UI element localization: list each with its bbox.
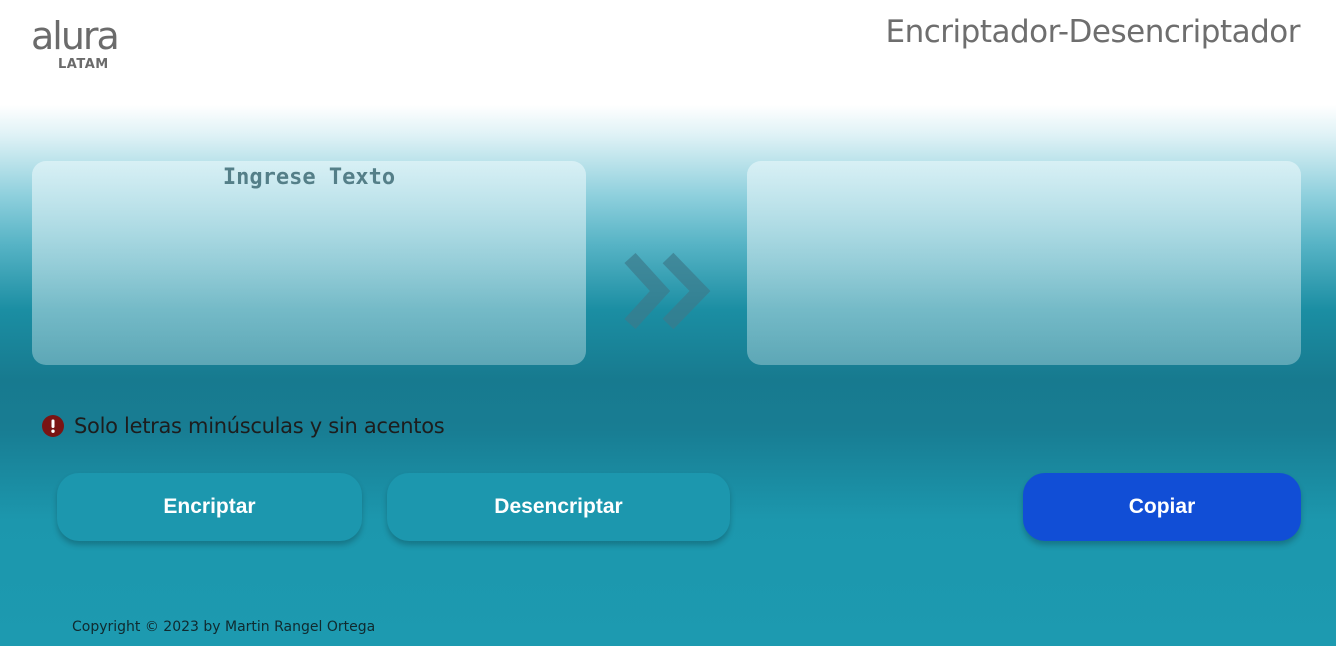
output-panel[interactable] (747, 161, 1301, 365)
output-textarea[interactable] (747, 161, 1301, 365)
encrypt-button[interactable]: Encriptar (57, 473, 362, 541)
logo-wordmark: alura (31, 14, 120, 58)
input-textarea[interactable] (32, 161, 586, 365)
warning-text: Solo letras minúsculas y sin acentos (74, 414, 445, 438)
alura-logo: alura LATAM (31, 14, 121, 74)
warning-message: Solo letras minúsculas y sin acentos (42, 414, 445, 438)
logo-subtitle: LATAM (58, 57, 109, 72)
input-panel[interactable] (32, 161, 586, 365)
decrypt-button[interactable]: Desencriptar (387, 473, 730, 541)
app-title: Encriptador-Desencriptador (885, 14, 1301, 50)
exclamation-circle-icon (42, 415, 64, 437)
double-chevron-right-icon (624, 252, 711, 330)
copy-button[interactable]: Copiar (1023, 473, 1301, 541)
footer-copyright: Copyright © 2023 by Martin Rangel Ortega (72, 619, 376, 635)
